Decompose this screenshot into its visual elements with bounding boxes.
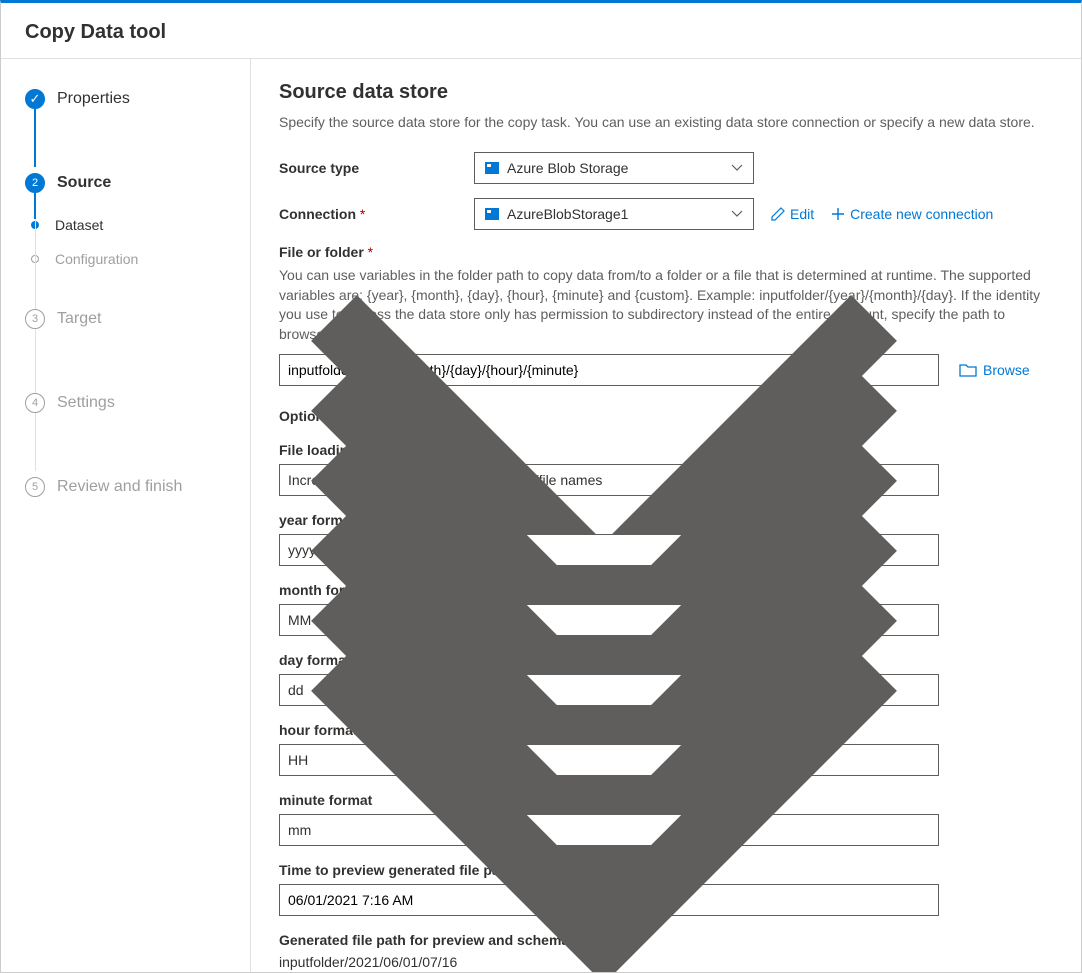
substep-configuration[interactable]: Configuration [29,251,250,267]
step-number-icon: 5 [25,477,45,497]
check-icon: ✓ [25,89,45,109]
main-content: Source data store Specify the source dat… [251,59,1081,972]
browse-button[interactable]: Browse [959,362,1030,378]
step-source[interactable]: 2 Source [25,167,250,199]
page-title: Copy Data tool [25,21,1057,44]
section-description: Specify the source data store for the co… [279,114,1053,130]
step-properties[interactable]: ✓ Properties [25,83,250,115]
minute-format-select[interactable]: mm [279,814,939,846]
step-review[interactable]: 5 Review and finish [25,471,250,503]
chevron-down-icon [280,506,928,972]
folder-icon [959,363,977,377]
header: Copy Data tool [1,3,1081,59]
connector [35,407,36,471]
step-number-icon: 3 [25,309,45,329]
step-number-icon: 2 [25,173,45,193]
step-number-icon: 4 [25,393,45,413]
substep-dataset[interactable]: Dataset [29,217,250,233]
step-settings[interactable]: 4 Settings [25,387,250,419]
wizard-sidebar: ✓ Properties 2 Source Dataset Con [1,59,251,972]
connector [35,323,36,387]
connector [34,103,36,167]
step-target[interactable]: 3 Target [25,303,250,335]
section-title: Source data store [279,81,1053,104]
